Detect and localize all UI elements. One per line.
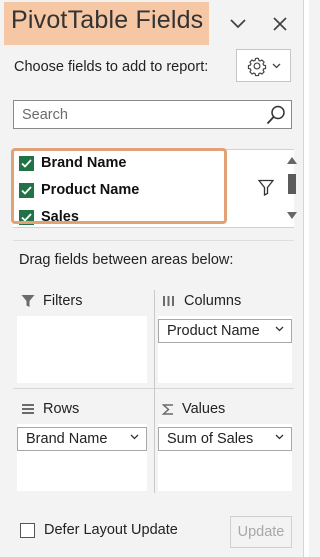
rows-label: Rows	[43, 401, 80, 417]
rows-area-header: Rows	[21, 401, 79, 417]
filter-icon	[257, 179, 275, 197]
columns-field-pill[interactable]: Product Name	[158, 319, 292, 343]
chevron-down-icon	[130, 434, 139, 440]
columns-area-header: Columns	[162, 293, 241, 309]
columns-label: Columns	[184, 293, 242, 309]
field-filter-button[interactable]	[257, 179, 275, 201]
search-box	[13, 100, 292, 129]
pane-options-button[interactable]	[226, 12, 250, 36]
field-checkbox[interactable]	[19, 182, 34, 198]
field-label: Sales	[41, 209, 79, 225]
rows-drop-zone[interactable]: Brand Name	[17, 424, 147, 491]
filter-icon	[21, 295, 35, 307]
field-item-brand-name[interactable]: Brand Name	[19, 152, 126, 174]
pill-label: Sum of Sales	[167, 431, 254, 447]
pill-label: Brand Name	[26, 431, 108, 447]
field-label: Product Name	[41, 182, 140, 198]
close-pane-button[interactable]	[268, 12, 292, 36]
field-item-sales[interactable]: Sales	[19, 206, 79, 228]
values-area-header: Values	[162, 401, 225, 417]
search-icon	[266, 105, 285, 125]
values-label: Values	[182, 401, 226, 417]
checkmark-icon	[21, 185, 32, 195]
update-button[interactable]: Update	[230, 516, 292, 548]
search-button[interactable]	[265, 104, 287, 131]
gear-icon	[247, 57, 267, 76]
field-checkbox[interactable]	[19, 209, 34, 225]
pill-label: Product Name	[167, 323, 260, 339]
field-label: Brand Name	[41, 155, 127, 171]
sigma-icon	[162, 403, 173, 415]
tools-dropdown-button[interactable]	[236, 49, 291, 82]
checkmark-icon	[21, 212, 32, 222]
chevron-down-icon	[275, 434, 284, 440]
checkmark-icon	[21, 158, 32, 168]
filters-label: Filters	[43, 293, 83, 309]
chevron-down-icon	[272, 63, 281, 68]
scrollbar-thumb[interactable]	[288, 174, 296, 194]
scroll-up-arrow-icon[interactable]	[286, 156, 298, 166]
field-list: Brand Name Product Name Sales	[13, 149, 297, 228]
choose-fields-label: Choose fields to add to report:	[14, 59, 209, 75]
chevron-down-icon	[275, 326, 284, 332]
section-divider	[13, 240, 294, 241]
rows-icon	[22, 404, 34, 414]
values-field-pill[interactable]: Sum of Sales	[158, 427, 292, 451]
close-icon	[273, 17, 287, 31]
search-input[interactable]	[20, 104, 254, 126]
defer-label: Defer Layout Update	[44, 522, 178, 538]
area-divider-vertical	[154, 290, 155, 493]
scroll-down-arrow-icon[interactable]	[286, 210, 298, 220]
chevron-down-icon	[230, 19, 246, 29]
field-item-product-name[interactable]: Product Name	[19, 179, 139, 201]
columns-drop-zone[interactable]: Product Name	[158, 316, 292, 383]
drag-hint: Drag fields between areas below:	[19, 252, 234, 268]
pane-title: PivotTable Fields	[11, 6, 204, 34]
filters-area-header: Filters	[21, 293, 82, 309]
rows-field-pill[interactable]: Brand Name	[17, 427, 147, 451]
field-list-scrollbar[interactable]	[285, 156, 297, 222]
field-checkbox[interactable]	[19, 155, 34, 171]
defer-layout-update[interactable]: Defer Layout Update	[20, 522, 178, 538]
pivottable-fields-pane: PivotTable Fields Choose fields to add t…	[0, 0, 304, 557]
filters-drop-zone[interactable]	[17, 316, 147, 383]
pane-edge	[304, 0, 309, 557]
values-drop-zone[interactable]: Sum of Sales	[158, 424, 292, 491]
defer-checkbox[interactable]	[20, 522, 35, 538]
columns-icon	[163, 296, 174, 306]
